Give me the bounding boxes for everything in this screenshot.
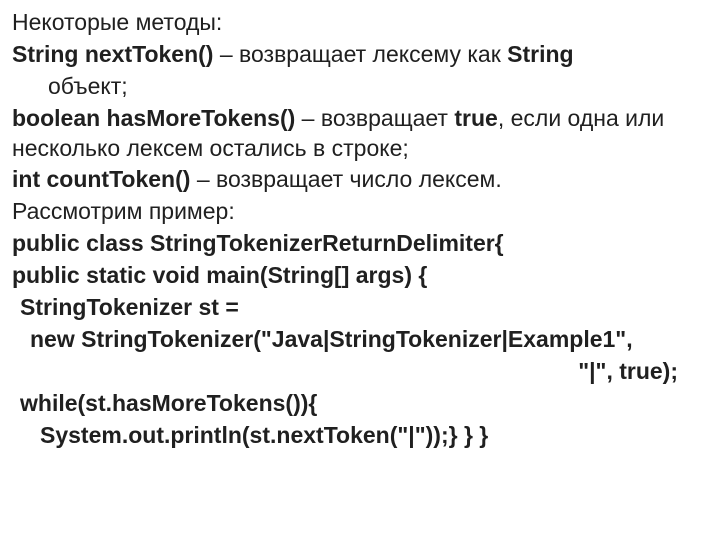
code-println: System.out.println(st.nextToken("|"));} … xyxy=(12,421,708,451)
desc-nextToken-1: – возвращает лексему как xyxy=(213,41,507,67)
desc-countToken: – возвращает число лексем. xyxy=(190,166,501,192)
intro-methods: Некоторые методы: xyxy=(12,8,708,38)
code-tokenizer-args: "|", true); xyxy=(12,357,708,387)
method-countToken: int countToken() – возвращает число лекс… xyxy=(12,165,708,195)
code-tokenizer-new: new StringTokenizer("Java|StringTokenize… xyxy=(12,325,708,355)
sig-nextToken: String nextToken() xyxy=(12,41,213,67)
sig-countToken: int countToken() xyxy=(12,166,190,192)
method-hasMoreTokens: boolean hasMoreTokens() – возвращает tru… xyxy=(12,104,708,164)
code-tokenizer-decl: StringTokenizer st = xyxy=(12,293,708,323)
code-class-decl: public class StringTokenizerReturnDelimi… xyxy=(12,229,708,259)
sig-hasMoreTokens: boolean hasMoreTokens() xyxy=(12,105,295,131)
example-intro: Рассмотрим пример: xyxy=(12,197,708,227)
desc-nextToken-2: объект; xyxy=(12,72,708,102)
code-main-decl: public static void main(String[] args) { xyxy=(12,261,708,291)
literal-true: true xyxy=(454,105,497,131)
desc-hasMoreTokens-1: – возвращает xyxy=(295,105,454,131)
type-string: String xyxy=(507,41,573,67)
code-while: while(st.hasMoreTokens()){ xyxy=(12,389,708,419)
method-nextToken: String nextToken() – возвращает лексему … xyxy=(12,40,708,70)
